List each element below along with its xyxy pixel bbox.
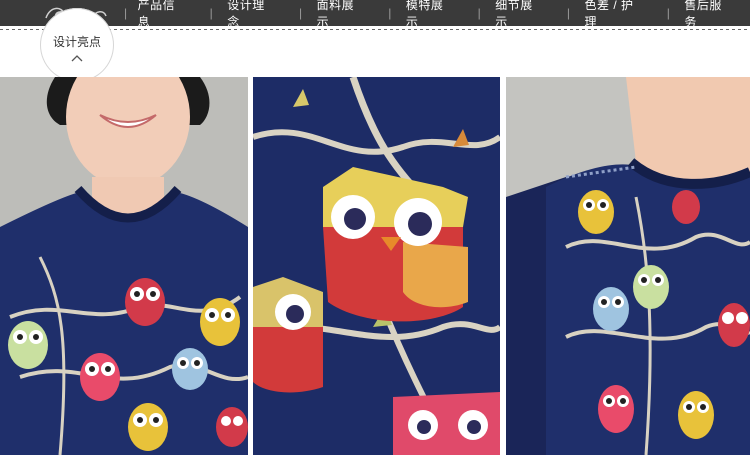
nav-item-color-care[interactable]: | 色差 / 护理 <box>561 0 661 29</box>
nav-item-design-concept[interactable]: | 设计理念 <box>204 0 293 29</box>
dashed-divider <box>0 26 750 34</box>
section-badge: 设计亮点 <box>40 8 114 82</box>
model-side-photo <box>506 77 750 455</box>
nav-item-model-display[interactable]: | 模特展示 <box>382 0 471 29</box>
fabric-closeup-photo <box>253 77 500 455</box>
top-nav-bar: | 产品信息 | 设计理念 | 面料展示 | 模特展示 | 细节展示 | 色差 … <box>0 0 750 29</box>
model-front-photo <box>0 77 248 455</box>
chevron-up-icon <box>71 54 83 61</box>
nav-item-after-sales[interactable]: | 售后服务 <box>661 0 750 29</box>
nav-item-detail-display[interactable]: | 细节展示 <box>472 0 561 29</box>
nav-item-product-info[interactable]: | 产品信息 <box>118 0 204 29</box>
section-title: 设计亮点 <box>52 34 101 49</box>
nav-menu: | 产品信息 | 设计理念 | 面料展示 | 模特展示 | 细节展示 | 色差 … <box>118 0 750 29</box>
nav-item-fabric-display[interactable]: | 面料展示 <box>293 0 382 29</box>
